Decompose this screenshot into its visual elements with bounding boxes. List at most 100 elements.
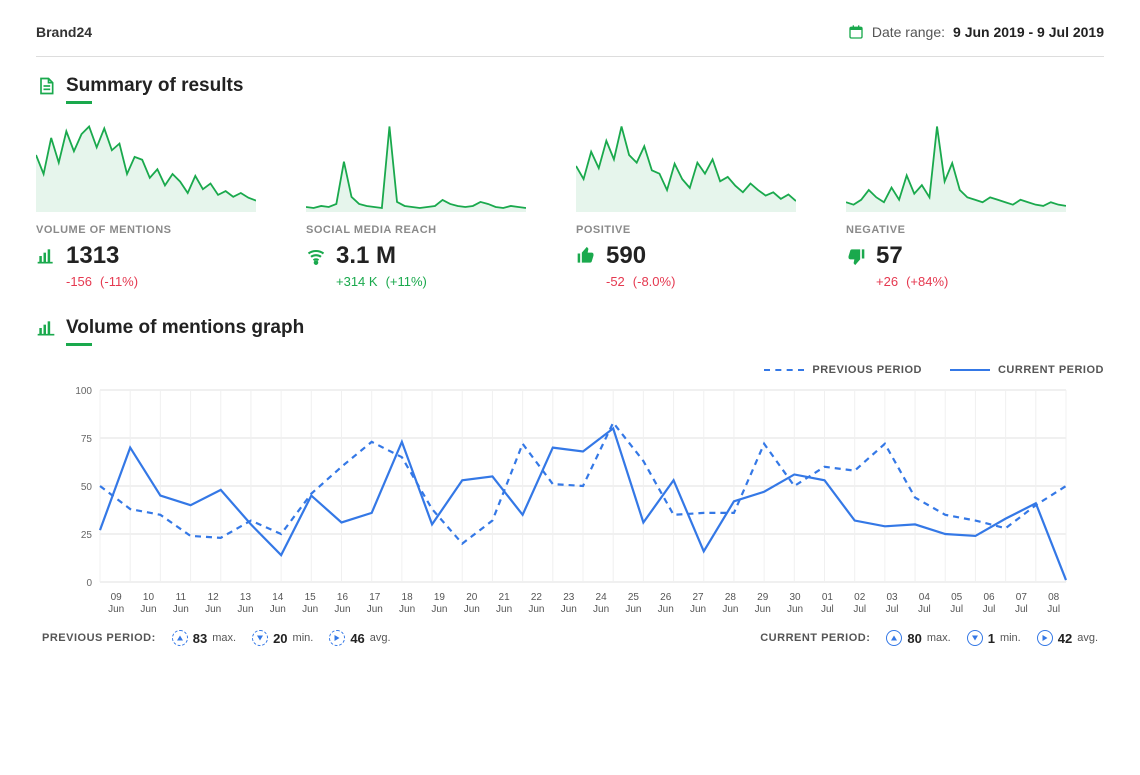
stat-value: 3.1 M (336, 242, 396, 270)
x-tick: 09Jun (100, 592, 132, 616)
curr-avg: 42avg. (1037, 630, 1098, 646)
x-tick: 14Jun (262, 592, 294, 616)
sparkline-positive (576, 122, 796, 212)
x-tick: 25Jun (617, 592, 649, 616)
title-underline (66, 343, 92, 346)
curr-max: 80max. (886, 630, 950, 646)
x-tick: 16Jun (326, 592, 358, 616)
x-tick: 19Jun (423, 592, 455, 616)
sparkline-volume (36, 122, 256, 212)
x-tick: 17Jun (359, 592, 391, 616)
x-tick: 04Jul (908, 592, 940, 616)
sparkline-negative (846, 122, 1066, 212)
x-tick: 22Jun (520, 592, 552, 616)
date-label: Date range: (872, 24, 945, 40)
x-tick: 08Jul (1038, 592, 1070, 616)
stat-volume: VOLUME OF MENTIONS 1313 -156 (-11%) (36, 122, 266, 289)
stat-value: 1313 (66, 242, 119, 270)
legend-prev-label: PREVIOUS PERIOD (812, 364, 922, 376)
delta-value: -52 (606, 274, 625, 289)
x-tick: 06Jul (973, 592, 1005, 616)
volume-chart-svg: 0255075100 (70, 382, 1070, 592)
x-tick: 23Jun (553, 592, 585, 616)
summary-stats-row: VOLUME OF MENTIONS 1313 -156 (-11%) SOCIAL M… (36, 122, 1104, 289)
x-tick: 29Jun (747, 592, 779, 616)
divider (36, 56, 1104, 57)
legend-curr-label: CURRENT PERIOD (998, 364, 1104, 376)
prev-avg: 46avg. (329, 630, 390, 646)
stat-delta: +314 K(+11%) (336, 274, 536, 289)
x-tick: 05Jul (941, 592, 973, 616)
stat-delta: -52 (-8.0%) (606, 274, 806, 289)
date-range[interactable]: Date range: 9 Jun 2019 - 9 Jul 2019 (848, 24, 1104, 40)
stat-reach: SOCIAL MEDIA REACH 3.1 M +314 K(+11%) (306, 122, 536, 289)
svg-text:50: 50 (81, 482, 93, 493)
stat-positive: POSITIVE 590 -52 (-8.0%) (576, 122, 806, 289)
wifi-icon (306, 246, 326, 266)
x-tick: 10Jun (132, 592, 164, 616)
x-tick: 15Jun (294, 592, 326, 616)
x-tick: 07Jul (1005, 592, 1037, 616)
delta-pct: (-8.0%) (633, 274, 676, 289)
arrow-up-icon (886, 630, 902, 646)
chart-stats-footer: PREVIOUS PERIOD: 83max. 20min. 46avg. CU… (36, 630, 1104, 646)
stat-label: POSITIVE (576, 224, 806, 236)
x-tick: 28Jun (714, 592, 746, 616)
svg-text:100: 100 (75, 386, 92, 397)
x-tick: 11Jun (165, 592, 197, 616)
x-tick: 21Jun (488, 592, 520, 616)
stat-delta: -156 (-11%) (66, 274, 266, 289)
stat-negative: NEGATIVE 57 +26 (+84%) (846, 122, 1076, 289)
footer-curr-label: CURRENT PERIOD: (760, 632, 870, 644)
x-tick: 20Jun (456, 592, 488, 616)
delta-pct: (+84%) (906, 274, 948, 289)
x-tick: 26Jun (650, 592, 682, 616)
legend-previous: PREVIOUS PERIOD (764, 364, 922, 376)
stat-label: NEGATIVE (846, 224, 1076, 236)
bar-chart-icon (36, 246, 56, 266)
footer-curr-group: CURRENT PERIOD: 80max. 1min. 42avg. (760, 630, 1098, 646)
summary-title-text: Summary of results (66, 75, 243, 97)
x-tick: 01Jul (811, 592, 843, 616)
sparkline-reach (306, 122, 526, 212)
x-axis-labels: 09Jun10Jun11Jun12Jun13Jun14Jun15Jun16Jun… (70, 592, 1070, 616)
brand-name: Brand24 (36, 24, 92, 40)
chart-legend: PREVIOUS PERIOD CURRENT PERIOD (36, 364, 1104, 376)
svg-text:0: 0 (86, 578, 92, 589)
delta-value: +26 (876, 274, 898, 289)
volume-title-text: Volume of mentions graph (66, 317, 304, 339)
arrow-right-icon (1037, 630, 1053, 646)
legend-swatch-solid (950, 369, 990, 371)
svg-text:25: 25 (81, 530, 93, 541)
x-tick: 24Jun (585, 592, 617, 616)
document-icon (36, 76, 56, 96)
calendar-icon (848, 24, 864, 40)
stat-delta: +26 (+84%) (876, 274, 1076, 289)
stat-value: 57 (876, 242, 903, 270)
legend-current: CURRENT PERIOD (950, 364, 1104, 376)
arrow-right-icon (329, 630, 345, 646)
legend-swatch-dashed (764, 369, 804, 371)
delta-pct: (-11%) (100, 274, 138, 289)
x-tick: 02Jul (844, 592, 876, 616)
prev-max: 83max. (172, 630, 236, 646)
stat-value: 590 (606, 242, 646, 270)
arrow-down-icon (252, 630, 268, 646)
arrow-down-icon (967, 630, 983, 646)
stat-label: VOLUME OF MENTIONS (36, 224, 266, 236)
bar-chart-icon (36, 318, 56, 338)
date-value: 9 Jun 2019 - 9 Jul 2019 (953, 24, 1104, 40)
thumb-up-icon (576, 246, 596, 266)
arrow-up-icon (172, 630, 188, 646)
delta-value: +314 K (336, 274, 378, 289)
delta-value: -156 (66, 274, 92, 289)
x-tick: 27Jun (682, 592, 714, 616)
footer-prev-label: PREVIOUS PERIOD: (42, 632, 156, 644)
footer-prev-group: PREVIOUS PERIOD: 83max. 20min. 46avg. (42, 630, 391, 646)
title-underline (66, 101, 92, 104)
volume-chart: 0255075100 09Jun10Jun11Jun12Jun13Jun14Ju… (70, 382, 1070, 616)
curr-min: 1min. (967, 630, 1021, 646)
section-title-volume: Volume of mentions graph (36, 317, 1104, 339)
stat-label: SOCIAL MEDIA REACH (306, 224, 536, 236)
header: Brand24 Date range: 9 Jun 2019 - 9 Jul 2… (36, 24, 1104, 40)
